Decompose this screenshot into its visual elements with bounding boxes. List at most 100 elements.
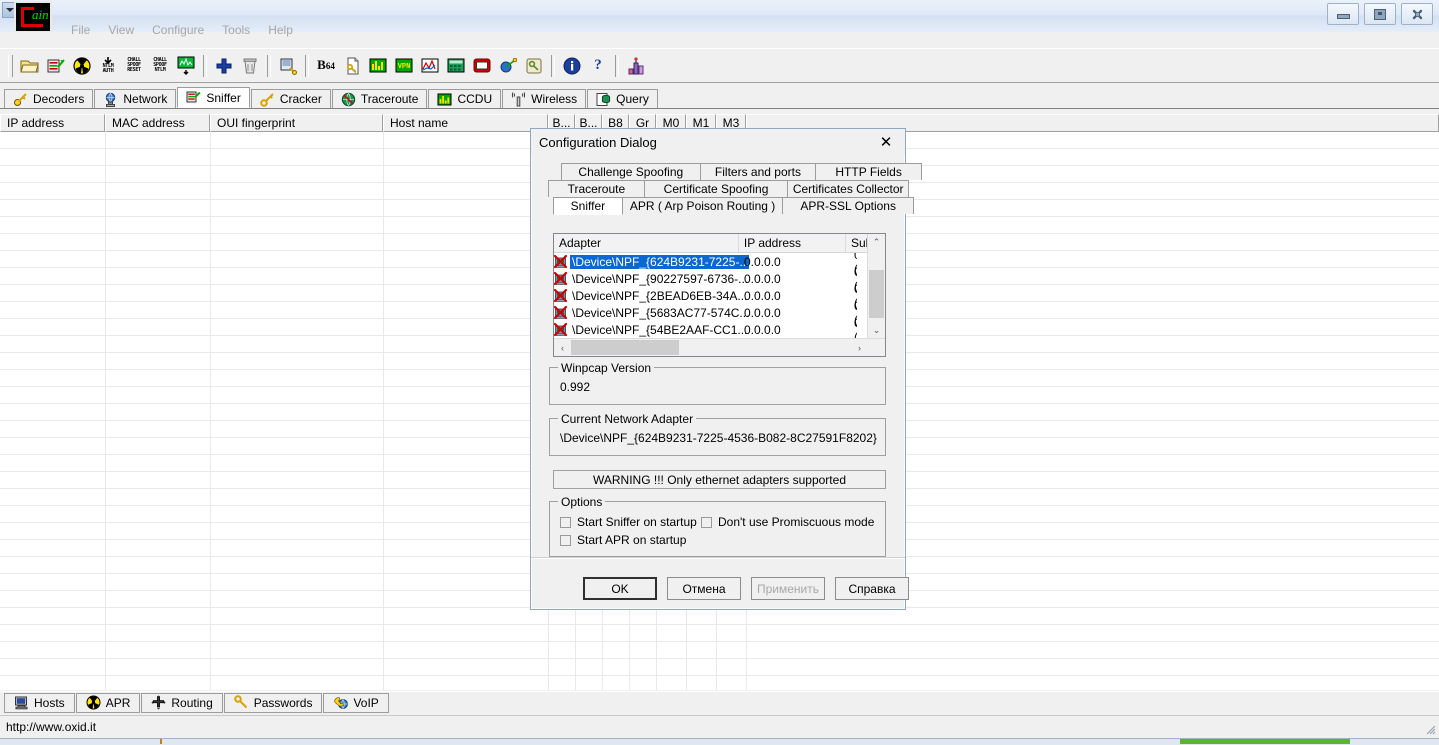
adapter-horizontal-scrollbar[interactable]: ‹ ›: [554, 338, 885, 356]
dialog-tab-apr-ssl-options[interactable]: APR-SSL Options: [782, 197, 914, 214]
scroll-down-arrow-icon[interactable]: ⌄: [868, 322, 885, 339]
ntlm-auth-button[interactable]: NTLM AUTH: [95, 53, 121, 79]
scroll-right-arrow-icon[interactable]: ›: [851, 339, 868, 356]
adapter-row[interactable]: \Device\NPF_{2BEAD6EB-34A...0.0.0.00.0.(: [554, 282, 857, 310]
bottom-tab-voip[interactable]: VoIP: [323, 692, 389, 713]
add-plus-button[interactable]: [211, 53, 237, 79]
chall-spoof-ntlm-button[interactable]: CHALL SPOOF NTLM: [147, 53, 173, 79]
dialog-tab-row-2: Traceroute Certificate Spoofing Certific…: [539, 180, 909, 197]
adapter-row[interactable]: \Device\NPF_{5683AC77-574C...0.0.0.00.0.…: [554, 299, 857, 327]
menu-tools[interactable]: Tools: [213, 23, 259, 37]
add-to-list-icon: [47, 58, 65, 72]
column-header-oui-fingerprint[interactable]: OUI fingerprint: [210, 114, 383, 132]
menu-help[interactable]: Help: [259, 23, 302, 37]
tab-decoders-label: Decoders: [33, 92, 85, 106]
configuration-dialog: Configuration Dialog ✕ Challenge Spoofin…: [530, 128, 922, 610]
info-icon: [563, 57, 581, 74]
calculator-button[interactable]: [443, 53, 469, 79]
adapter-column-ip-address[interactable]: IP address: [738, 234, 846, 252]
dialog-tab-challenge-spoofing[interactable]: Challenge Spoofing: [561, 163, 701, 180]
adapter-vscroll-thumb[interactable]: [869, 270, 884, 318]
maximize-button[interactable]: [1364, 3, 1396, 25]
traffic-graph-icon: [421, 58, 439, 73]
tab-cracker[interactable]: Cracker: [250, 89, 331, 108]
bottom-tab-passwords[interactable]: Passwords: [223, 692, 323, 713]
rdp-window-button[interactable]: [469, 53, 495, 79]
bottom-marker-orange: [160, 739, 162, 744]
scroll-up-arrow-icon[interactable]: ⌃: [868, 234, 885, 251]
logo-underline: [25, 24, 43, 27]
menu-file[interactable]: File: [62, 23, 99, 37]
wireless-scan-button[interactable]: [495, 53, 521, 79]
help-button[interactable]: Справка: [835, 577, 909, 600]
checkbox-dont-use-promiscuous-mode[interactable]: Don't use Promiscuous mode: [701, 515, 874, 529]
adapter-name: \Device\NPF_{624B9231-7225-...: [570, 254, 750, 269]
about-info-button[interactable]: [559, 53, 585, 79]
adapter-hscroll-thumb[interactable]: [571, 340, 679, 355]
bottom-tab-apr[interactable]: APR: [75, 692, 141, 713]
adapter-list-view[interactable]: Adapter IP address Subr \Device\NPF_{624…: [553, 233, 886, 357]
column-header-mac-address[interactable]: MAC address: [105, 114, 210, 132]
dialog-tab-filters-and-ports[interactable]: Filters and ports: [699, 163, 817, 180]
checkbox-box[interactable]: [560, 534, 571, 546]
adapter-row[interactable]: \Device\NPF_{624B9231-7225-...0.0.0.00.0…: [554, 253, 857, 276]
dialog-tab-http-fields[interactable]: HTTP Fields: [815, 163, 922, 180]
minimize-button[interactable]: [1327, 3, 1359, 25]
column-header-ip-address[interactable]: IP address: [0, 114, 105, 132]
adapter-column-adapter[interactable]: Adapter: [554, 234, 739, 252]
toolbar-grip[interactable]: [8, 54, 13, 77]
hash-calculator-button[interactable]: [365, 53, 391, 79]
dialog-tab-sniffer[interactable]: Sniffer: [553, 197, 623, 215]
column-header-host-name[interactable]: Host name: [383, 114, 548, 132]
close-button[interactable]: [1401, 3, 1433, 25]
menu-view[interactable]: View: [99, 23, 143, 37]
tab-wireless-label: Wireless: [531, 92, 578, 106]
vpn-button[interactable]: VPN: [391, 53, 417, 79]
network-monitor-button[interactable]: [173, 53, 199, 79]
tab-traceroute[interactable]: Traceroute: [331, 89, 428, 108]
vpn-icon: VPN: [395, 58, 413, 73]
resize-grip-icon[interactable]: [1424, 723, 1436, 735]
statistics-chart-button[interactable]: [623, 53, 649, 79]
dialog-tab-certificate-spoofing[interactable]: Certificate Spoofing: [643, 180, 789, 197]
add-to-list-button[interactable]: [43, 53, 69, 79]
adapter-ip-address: 0.0.0.0: [744, 305, 781, 320]
cancel-button[interactable]: Отмена: [667, 577, 741, 600]
tab-ccdu[interactable]: CCDU: [428, 89, 502, 108]
tab-query[interactable]: Query: [587, 89, 658, 108]
chall-spoof-reset-button[interactable]: CHALL SPOOF RESET: [121, 53, 147, 79]
help-question-button[interactable]: ?: [585, 53, 611, 79]
scroll-left-arrow-icon[interactable]: ‹: [554, 339, 571, 356]
open-folder-button[interactable]: [17, 53, 43, 79]
checkbox-start-apr-on-startup[interactable]: Start APR on startup: [560, 533, 686, 547]
dialog-close-button[interactable]: ✕: [871, 132, 901, 152]
dialog-tab-certificates-collector[interactable]: Certificates Collector: [787, 180, 909, 197]
adapter-row[interactable]: \Device\NPF_{54BE2AAF-CC1...0.0.0.00.0.(: [554, 316, 857, 341]
base64-button[interactable]: B64: [313, 53, 339, 79]
key-file-button[interactable]: [339, 53, 365, 79]
checkbox-box[interactable]: [701, 516, 712, 528]
ok-button[interactable]: OK: [583, 577, 657, 600]
adapter-vertical-scrollbar[interactable]: ⌃ ⌄: [867, 234, 885, 339]
menu-configure[interactable]: Configure: [143, 23, 213, 37]
traffic-graph-button[interactable]: [417, 53, 443, 79]
checkbox-start-sniffer-on-startup[interactable]: Start Sniffer on startup: [560, 515, 697, 529]
trash-delete-button[interactable]: [237, 53, 263, 79]
tab-sniffer[interactable]: Sniffer: [177, 87, 250, 108]
adapter-row[interactable]: \Device\NPF_{90227597-6736-...0.0.0.00.0…: [554, 265, 857, 293]
chevron-down-icon: [6, 8, 14, 12]
tab-decoders[interactable]: Decoders: [4, 89, 94, 108]
bottom-tab-routing[interactable]: Routing: [141, 692, 223, 713]
tab-network[interactable]: Network: [94, 89, 177, 108]
dialog-tab-apr[interactable]: APR ( Arp Poison Routing ): [621, 197, 784, 214]
bottom-tab-hosts[interactable]: Hosts: [4, 692, 75, 713]
plus-icon: [216, 58, 232, 73]
status-bar-text[interactable]: http://www.oxid.it: [6, 720, 96, 734]
radiation-button[interactable]: [69, 53, 95, 79]
dialog-tab-traceroute[interactable]: Traceroute: [548, 180, 645, 197]
tab-wireless[interactable]: Wireless: [502, 89, 587, 108]
key-generator-button[interactable]: [521, 53, 547, 79]
main-toolbar: NTLM AUTH CHALL SPOOF RESET CHALL SPOOF NTLM: [0, 48, 1439, 83]
checkbox-box[interactable]: [560, 516, 571, 528]
scan-mac-button[interactable]: [275, 53, 301, 79]
